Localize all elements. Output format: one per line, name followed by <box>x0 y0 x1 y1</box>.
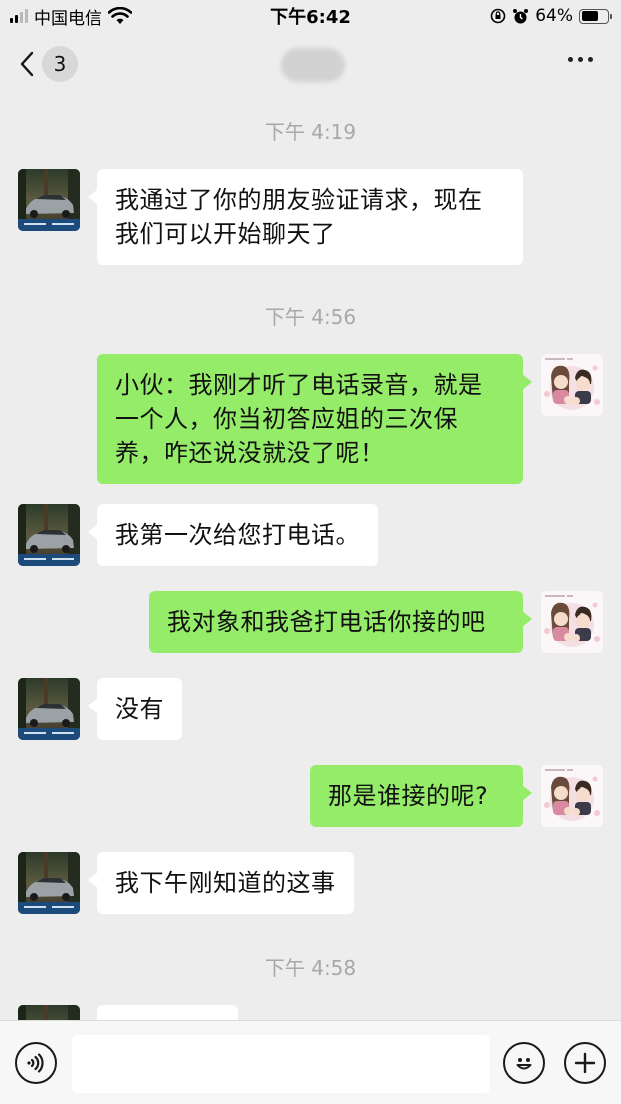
message-input[interactable] <box>72 1035 490 1093</box>
emoji-button[interactable] <box>503 1042 545 1084</box>
timestamp: 下午 4:19 <box>264 120 357 144</box>
message-bubble-incoming[interactable]: 我通过了你的朋友验证请求，现在我们可以开始聊天了 <box>88 169 523 265</box>
message-bubble-outgoing[interactable]: 小伙：我刚才听了电话录音，就是一个人，你当初答应姐的三次保养，咋还说没就没了呢！ <box>97 354 532 484</box>
battery-percent: 64% <box>535 6 573 26</box>
wifi-icon <box>108 7 132 24</box>
alarm-icon <box>513 8 529 23</box>
more-button[interactable] <box>568 57 593 62</box>
my-avatar[interactable] <box>541 591 603 653</box>
message-bubble-incoming[interactable]: 我下午刚知道的这事 <box>88 852 354 914</box>
timestamp: 下午 4:56 <box>264 305 357 329</box>
chevron-left-icon <box>20 51 34 77</box>
unread-count-badge: 3 <box>42 46 78 82</box>
contact-avatar[interactable] <box>18 852 80 914</box>
contact-avatar[interactable] <box>18 169 80 231</box>
contact-avatar[interactable] <box>18 1005 80 1020</box>
battery-icon <box>579 8 612 24</box>
my-avatar[interactable] <box>541 765 603 827</box>
message-bubble-incoming[interactable]: 没有 <box>88 678 182 740</box>
chat-header: 3 <box>0 32 621 96</box>
message-bubble-incoming[interactable] <box>97 1005 238 1020</box>
chat-title-redacted <box>281 48 345 82</box>
input-bar <box>0 1020 621 1104</box>
contact-avatar[interactable] <box>18 504 80 566</box>
rotation-lock-icon <box>490 8 506 24</box>
carrier-name: 中国电信 <box>34 8 102 29</box>
plus-icon <box>574 1052 596 1074</box>
voice-icon <box>27 1053 44 1073</box>
status-right: 64% <box>490 6 612 26</box>
back-button[interactable]: 3 <box>18 44 88 84</box>
contact-avatar[interactable] <box>18 678 80 740</box>
emoji-icon <box>516 1058 532 1070</box>
status-left: 中国电信 <box>10 4 132 29</box>
signal-icon <box>10 9 28 23</box>
message-list[interactable]: 下午 4:19 我通过了你的朋友验证请求，现在我们可以开始聊天了 下午 4:56… <box>0 96 621 1020</box>
timestamp: 下午 4:58 <box>264 956 357 980</box>
voice-button[interactable] <box>15 1042 57 1084</box>
my-avatar[interactable] <box>541 354 603 416</box>
message-bubble-outgoing[interactable]: 那是谁接的呢? <box>310 765 532 827</box>
more-functions-button[interactable] <box>564 1042 606 1084</box>
status-bar: 中国电信 下午6:42 64% <box>0 0 621 32</box>
message-bubble-incoming[interactable]: 我第一次给您打电话。 <box>88 504 378 566</box>
more-icon <box>568 57 573 62</box>
message-bubble-outgoing[interactable]: 我对象和我爸打电话你接的吧 <box>149 591 532 653</box>
